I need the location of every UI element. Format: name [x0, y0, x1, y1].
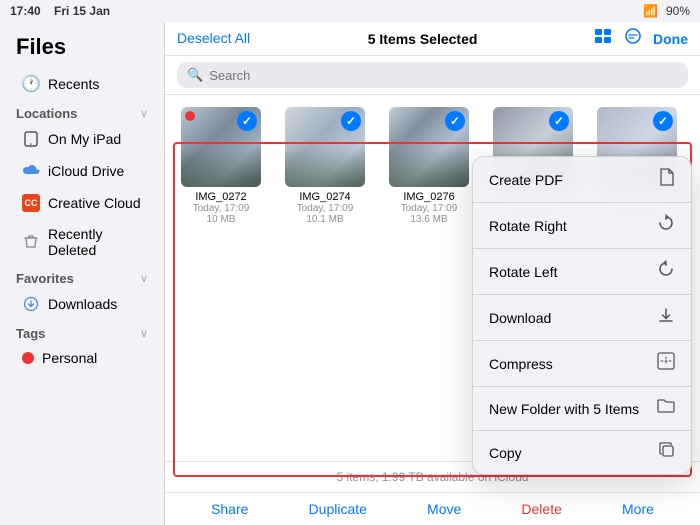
context-menu-item-new-folder[interactable]: New Folder with 5 Items — [473, 387, 691, 431]
file-checkbox-0272[interactable]: ✓ — [237, 111, 257, 131]
copy-icon — [659, 442, 675, 463]
personal-tag-dot — [22, 352, 34, 364]
context-menu-item-create-pdf[interactable]: Create PDF — [473, 157, 691, 203]
date-display: Fri 15 Jan — [54, 4, 110, 18]
context-menu-item-rotate-left[interactable]: Rotate Left — [473, 249, 691, 295]
clock: 17:40 — [10, 4, 41, 18]
search-bar: 🔍 — [165, 56, 700, 95]
new-folder-icon — [657, 398, 675, 419]
tags-chevron-icon: ∨ — [140, 327, 148, 340]
delete-button[interactable]: Delete — [521, 501, 561, 517]
sidebar-item-downloads[interactable]: Downloads — [6, 289, 158, 319]
toolbar-right: Done — [595, 28, 688, 49]
copy-label: Copy — [489, 445, 651, 461]
favorites-chevron-icon: ∨ — [140, 272, 148, 285]
recents-icon: 🕐 — [22, 75, 40, 93]
context-menu-item-compress[interactable]: Compress — [473, 341, 691, 387]
sidebar-item-creative-cloud[interactable]: CC Creative Cloud — [6, 188, 158, 218]
sort-icon[interactable] — [625, 28, 641, 49]
file-checkbox-0274[interactable]: ✓ — [341, 111, 361, 131]
file-checkbox-2936[interactable]: ✓ — [653, 111, 673, 131]
locations-chevron-icon: ∨ — [140, 107, 148, 120]
compress-label: Compress — [489, 356, 649, 372]
ipad-icon — [22, 130, 40, 148]
share-button[interactable]: Share — [211, 501, 248, 517]
rotate-left-label: Rotate Left — [489, 264, 649, 280]
sidebar-item-on-my-ipad[interactable]: On My iPad — [6, 124, 158, 154]
main-layout: Files 🕐 Recents Locations ∨ On My iPad — [0, 22, 700, 525]
move-button[interactable]: Move — [427, 501, 461, 517]
create-pdf-label: Create PDF — [489, 172, 651, 188]
search-input[interactable] — [209, 68, 678, 83]
rotate-right-label: Rotate Right — [489, 218, 649, 234]
context-menu: Create PDF Rotate Right — [472, 156, 692, 475]
new-folder-label: New Folder with 5 Items — [489, 401, 649, 417]
selection-count: 5 Items Selected — [368, 31, 478, 47]
favorites-label: Favorites — [16, 271, 74, 286]
rotate-left-icon — [657, 260, 675, 283]
more-button[interactable]: More — [622, 501, 654, 517]
done-button[interactable]: Done — [653, 31, 688, 47]
sidebar-item-personal[interactable]: Personal — [6, 344, 158, 372]
wifi-icon: 📶 — [643, 4, 658, 18]
recently-deleted-label: Recently Deleted — [48, 226, 142, 258]
download-label: Download — [489, 310, 649, 326]
sidebar-item-icloud-drive[interactable]: iCloud Drive — [6, 156, 158, 186]
icloud-icon — [22, 162, 40, 180]
trash-icon — [22, 233, 40, 251]
rotate-right-icon — [657, 214, 675, 237]
context-menu-item-copy[interactable]: Copy — [473, 431, 691, 474]
downloads-label: Downloads — [48, 296, 117, 312]
sidebar-item-recents[interactable]: 🕐 Recents — [6, 69, 158, 99]
download-icon — [657, 306, 675, 329]
locations-section-header[interactable]: Locations ∨ — [0, 100, 164, 123]
search-icon: 🔍 — [187, 67, 203, 83]
duplicate-button[interactable]: Duplicate — [309, 501, 367, 517]
search-wrapper[interactable]: 🔍 — [177, 62, 688, 88]
deselect-all-button[interactable]: Deselect All — [177, 30, 250, 46]
red-dot-indicator — [185, 111, 195, 121]
file-checkbox-0281[interactable]: ✓ — [549, 111, 569, 131]
creative-cloud-icon: CC — [22, 194, 40, 212]
context-menu-item-rotate-right[interactable]: Rotate Right — [473, 203, 691, 249]
time-display: 17:40 Fri 15 Jan — [10, 4, 110, 18]
compress-icon — [657, 352, 675, 375]
create-pdf-icon — [659, 168, 675, 191]
tags-label: Tags — [16, 326, 45, 341]
context-menu-item-download[interactable]: Download — [473, 295, 691, 341]
view-toggle-icon[interactable] — [595, 29, 613, 48]
file-checkbox-0276[interactable]: ✓ — [445, 111, 465, 131]
icloud-drive-label: iCloud Drive — [48, 163, 124, 179]
personal-label: Personal — [42, 350, 97, 366]
locations-label: Locations — [16, 106, 77, 121]
content-toolbar: Deselect All 5 Items Selected — [165, 22, 700, 56]
favorites-section-header[interactable]: Favorites ∨ — [0, 265, 164, 288]
app-title: Files — [0, 30, 164, 68]
sidebar: Files 🕐 Recents Locations ∨ On My iPad — [0, 22, 165, 525]
content-area: Deselect All 5 Items Selected — [165, 22, 700, 525]
status-icons: 📶 90% — [643, 4, 690, 18]
downloads-icon — [22, 295, 40, 313]
creative-cloud-label: Creative Cloud — [48, 195, 141, 211]
top-bar: 17:40 Fri 15 Jan 📶 90% — [0, 0, 700, 22]
tags-section-header[interactable]: Tags ∨ — [0, 320, 164, 343]
recents-label: Recents — [48, 76, 99, 92]
sidebar-item-recently-deleted[interactable]: Recently Deleted — [6, 220, 158, 264]
on-my-ipad-label: On My iPad — [48, 131, 121, 147]
action-bar: Share Duplicate Move Delete More — [165, 492, 700, 525]
toolbar-left: Deselect All — [177, 30, 250, 48]
battery-indicator: 90% — [666, 4, 690, 18]
